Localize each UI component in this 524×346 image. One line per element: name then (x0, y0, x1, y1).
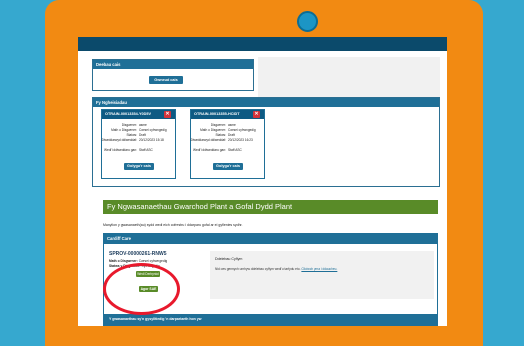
field-label: Wedi'i ddiweddaru gan: (104, 148, 137, 152)
field-label: Statws: (215, 133, 226, 137)
field-label: Wedi'i ddiweddaru gan: (193, 148, 226, 152)
quick-deeds-link[interactable]: Cliciwch yma i ddaucheu. (301, 267, 337, 271)
edit-application-button[interactable]: Golygu'r cais (124, 163, 154, 170)
edit-application-button[interactable]: Golygu'r cais (213, 163, 243, 170)
field-label: Math o Disgwrner: (200, 128, 226, 132)
field-value: Draft (139, 133, 146, 137)
field-value: asme (139, 123, 147, 127)
trash-icon[interactable]: ✕ (253, 111, 260, 118)
field-label: Diweddarwyd ddiweddaf: (101, 138, 137, 142)
application-ref: OTRAIN-00013355-HCIDT (194, 112, 240, 116)
services-heading: Fy Ngwasanaethau Gwarchod Plant a Gofal … (103, 200, 438, 214)
quick-deeds-title: Ddelebau Cyflym (215, 257, 243, 261)
field-label: Math o Disgwrner: (111, 128, 137, 132)
field-value: Staff ASC (228, 148, 242, 152)
application-card: OTRAIN-00013354-Y0D5V ✕ Disgwrner: asme M… (101, 109, 176, 179)
field-value: asme (228, 123, 236, 127)
linked-services-bar: Y gwasanaethau sy'n gysylltiedig 'n darp… (104, 314, 437, 325)
codes-panel: Deebau cais Gwneud cais (92, 59, 254, 91)
trash-icon[interactable]: ✕ (164, 111, 171, 118)
field-value: Draft (228, 133, 235, 137)
applications-title: Fy Ngheisiadau (93, 98, 439, 107)
quick-deeds-text: Nid oes gennych unrhyw ddelebau cyflym w… (215, 267, 301, 271)
camera-icon (297, 11, 318, 32)
field-label: Disgwrner: (121, 123, 137, 127)
field-value: 20/12/2023 16:23 (228, 138, 253, 142)
field-label: Statws: (126, 133, 137, 137)
application-ref: OTRAIN-00013354-Y0D5V (105, 112, 152, 116)
apply-button[interactable]: Gwneud cais (149, 76, 183, 84)
top-header-bar (78, 37, 447, 51)
type-label: Math o Disgwrner: (109, 259, 138, 263)
codes-panel-title: Deebau cais (93, 60, 253, 69)
application-card: OTRAIN-00013355-HCIDT ✕ Disgwrner: asme M… (190, 109, 265, 179)
field-label: Disgwrner: (210, 123, 226, 127)
highlight-circle (103, 263, 180, 315)
field-value: Cwrsei cyfrwngedig (139, 128, 167, 132)
quick-deeds-box: Ddelebau Cyflym Nid oes gennych unrhyw d… (210, 251, 434, 299)
services-intro: Manylion y gwasanaeth(au) sydd wedi eich… (103, 223, 243, 227)
field-label: Diweddarwyd ddiweddaf: (190, 138, 226, 142)
field-value: 20/12/2023 15:18 (139, 138, 164, 142)
service-ref: SPROV-00000261-RNW5 (109, 251, 167, 257)
field-value: Cwrsei cyfrwngedig (228, 128, 256, 132)
service-panel-title: Cardiff Care (104, 234, 437, 244)
field-value: Staff ASC (139, 148, 153, 152)
